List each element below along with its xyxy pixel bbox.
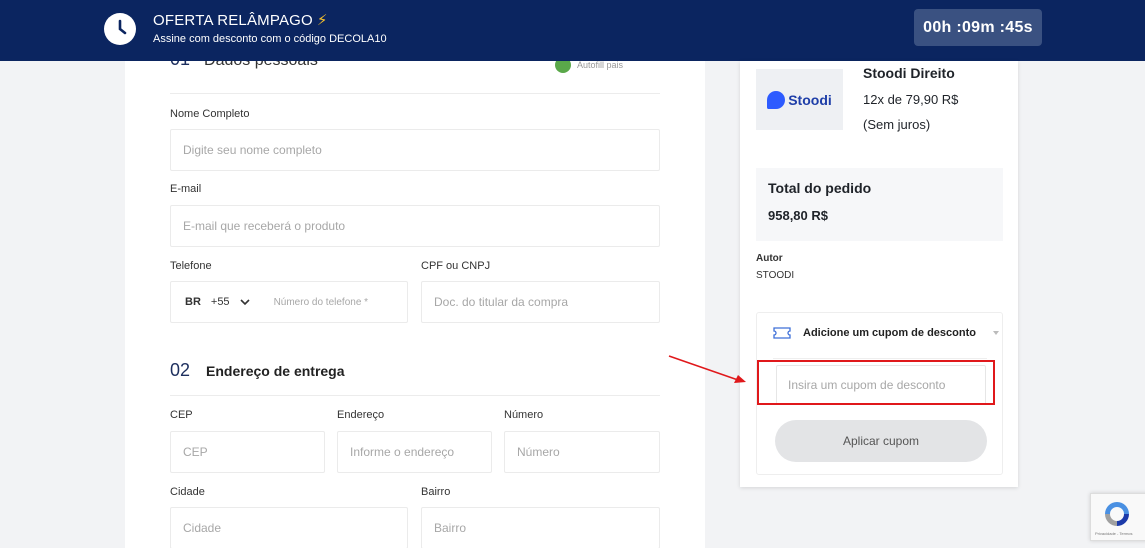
autofill-toggle[interactable]: Autofill pais <box>555 61 623 73</box>
number-input[interactable]: Número <box>504 431 660 473</box>
phone-placeholder: Número do telefone * <box>273 296 369 308</box>
coupon-toggle[interactable]: Adicione um cupom de desconto <box>773 327 1000 339</box>
district-input[interactable]: Bairro <box>421 507 660 548</box>
divider <box>170 395 660 396</box>
divider <box>773 358 987 359</box>
district-label: Bairro <box>421 486 451 498</box>
coupon-section: Adicione um cupom de desconto Insira um … <box>756 312 1003 475</box>
recaptcha-badge[interactable]: Privacidade - Termos <box>1090 493 1145 541</box>
city-label: Cidade <box>170 486 205 498</box>
clock-icon <box>104 13 136 45</box>
banner-title: OFERTA RELÂMPAGO ⚡ <box>153 12 328 29</box>
author-value: STOODI <box>756 270 795 281</box>
section-address-header: 02 Endereço de entrega <box>170 360 345 380</box>
product-price: 12x de 79,90 R$ <box>863 92 959 107</box>
divider <box>170 93 660 94</box>
phone-label: Telefone <box>170 260 212 272</box>
dial-code: +55 <box>210 296 230 308</box>
email-label: E-mail <box>170 183 202 195</box>
cpf-input[interactable]: Doc. do titular da compra <box>421 281 660 323</box>
order-total: Total do pedido 958,80 R$ <box>756 168 1003 241</box>
author-label: Autor <box>756 253 783 264</box>
cpf-label: CPF ou CNPJ <box>421 260 491 272</box>
recaptcha-icon <box>1105 502 1129 526</box>
total-value: 958,80 R$ <box>768 208 828 223</box>
country-code: BR <box>185 296 201 308</box>
recaptcha-text: Privacidade - Termos <box>1095 531 1133 536</box>
cep-label: CEP <box>170 409 193 421</box>
total-label: Total do pedido <box>768 180 872 196</box>
cep-input[interactable]: CEP <box>170 431 325 473</box>
full-name-input[interactable]: Digite seu nome completo <box>170 129 660 171</box>
address-label: Endereço <box>337 409 385 421</box>
caret-down-icon[interactable] <box>992 329 1000 337</box>
email-input[interactable]: E-mail que receberá o produto <box>170 205 660 247</box>
chevron-down-icon[interactable] <box>239 297 250 307</box>
full-name-label: Nome Completo <box>170 108 250 120</box>
product-terms: (Sem juros) <box>863 117 931 132</box>
product-name: Stoodi Direito <box>863 65 955 81</box>
banner-subtitle: Assine com desconto com o código DECOLA1… <box>153 33 387 45</box>
countdown-timer: 00h :09m :45s <box>914 9 1042 46</box>
order-summary: Stoodi Stoodi Direito 12x de 79,90 R$ (S… <box>740 61 1018 487</box>
lightning-icon: ⚡ <box>316 12 328 29</box>
product-logo: Stoodi <box>756 69 843 130</box>
apply-coupon-button[interactable]: Aplicar cupom <box>775 420 987 462</box>
autofill-icon <box>555 61 571 73</box>
phone-input[interactable]: BR +55 Número do telefone * <box>170 281 408 323</box>
stoodi-logo-icon <box>767 90 786 109</box>
section-personal-data-header: 01Dados pessoais <box>170 61 318 70</box>
address-input[interactable]: Informe o endereço <box>337 431 492 473</box>
city-input[interactable]: Cidade <box>170 507 408 548</box>
checkout-form: 01Dados pessoais Autofill pais Nome Comp… <box>125 61 705 548</box>
promo-banner: OFERTA RELÂMPAGO ⚡ Assine com desconto co… <box>0 0 1145 61</box>
coupon-input[interactable]: Insira um cupom de desconto <box>776 365 986 405</box>
number-label: Número <box>504 409 544 421</box>
ticket-icon <box>773 327 791 339</box>
